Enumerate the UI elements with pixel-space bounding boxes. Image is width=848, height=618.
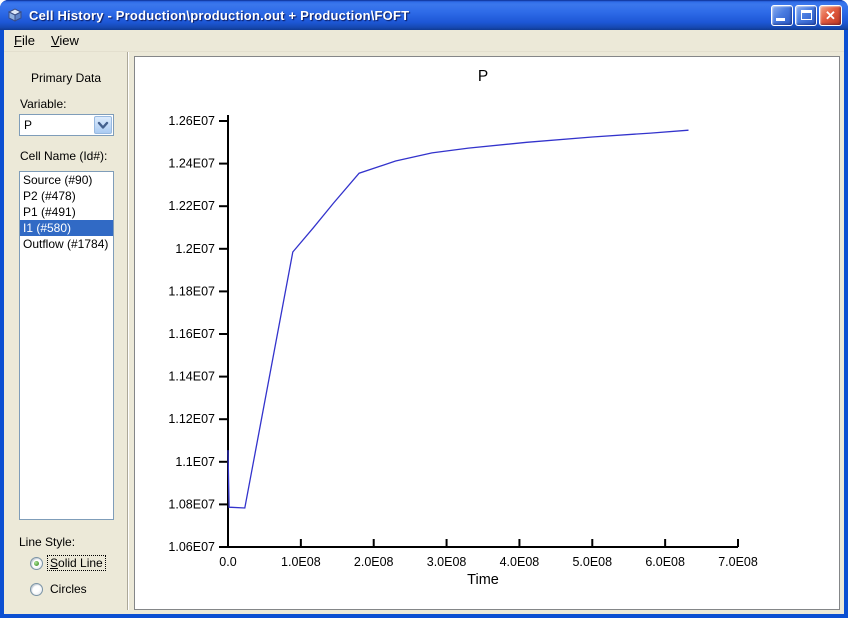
client-area: Primary Data Variable: P Cell Name (Id#)… [4, 52, 844, 613]
radio-circles-label: Circles [48, 582, 89, 596]
list-item-selected[interactable]: I1 (#580) [20, 220, 113, 236]
maximize-button[interactable] [795, 5, 817, 26]
y-tick-label: 1.26E07 [168, 114, 215, 128]
minimize-button[interactable] [771, 5, 793, 26]
x-tick-label: 2.0E08 [354, 555, 394, 569]
series-line [228, 130, 689, 508]
chart-title: P [478, 68, 488, 85]
cell-name-label: Cell Name (Id#): [20, 149, 107, 163]
variable-dropdown[interactable]: P [19, 114, 114, 136]
x-tick-label: 1.0E08 [281, 555, 321, 569]
radio-solid-line-label: Solid Line [48, 556, 105, 570]
minimize-icon [776, 18, 785, 21]
primary-data-heading: Primary Data [4, 71, 128, 85]
chevron-down-icon [97, 121, 109, 130]
title-bar[interactable]: Cell History - Production\production.out… [0, 0, 848, 30]
close-button[interactable]: ✕ [819, 5, 842, 26]
chart-canvas: P 1.06E07 1.08E07 1.1E07 1.12E07 1.14E07 1.16E… [135, 57, 839, 609]
y-tick-label: 1.06E07 [168, 540, 215, 554]
variable-label: Variable: [20, 97, 66, 111]
list-item[interactable]: Outflow (#1784) [20, 236, 113, 252]
list-item[interactable]: Source (#90) [20, 172, 113, 188]
cube-app-icon [6, 6, 24, 24]
y-tick-label: 1.18E07 [168, 284, 215, 298]
x-tick-label: 6.0E08 [645, 555, 685, 569]
radio-solid-line[interactable]: Solid Line [30, 556, 105, 570]
radio-button-icon[interactable] [30, 583, 43, 596]
app-window: Cell History - Production\production.out… [0, 0, 848, 618]
x-tick-label: 3.0E08 [427, 555, 467, 569]
chart-panel: P 1.06E07 1.08E07 1.1E07 1.12E07 1.14E07 1.16E… [134, 56, 840, 610]
window-title: Cell History - Production\production.out… [29, 8, 771, 23]
x-tick-label: 4.0E08 [500, 555, 540, 569]
y-tick-label: 1.22E07 [168, 199, 215, 213]
x-tick-label: 0.0 [219, 555, 236, 569]
x-axis-title: Time [467, 572, 499, 588]
sidebar: Primary Data Variable: P Cell Name (Id#)… [4, 52, 128, 610]
y-tick-label: 1.24E07 [168, 157, 215, 171]
cell-name-listbox[interactable]: Source (#90) P2 (#478) P1 (#491) I1 (#58… [19, 171, 114, 520]
close-icon: ✕ [820, 6, 841, 25]
window-frame: File View Primary Data Variable: P Cell … [4, 30, 844, 614]
y-tick-label: 1.12E07 [168, 412, 215, 426]
line-style-label: Line Style: [19, 535, 75, 549]
x-tick-label: 7.0E08 [718, 555, 758, 569]
variable-dropdown-button[interactable] [94, 116, 112, 134]
menu-bar: File View [4, 30, 844, 52]
menu-file[interactable]: File [6, 31, 43, 51]
x-tick-label: 5.0E08 [572, 555, 612, 569]
y-tick-label: 1.2E07 [175, 242, 215, 256]
radio-button-icon[interactable] [30, 557, 43, 570]
list-item[interactable]: P2 (#478) [20, 188, 113, 204]
menu-view[interactable]: View [43, 31, 87, 51]
y-tick-label: 1.1E07 [175, 455, 215, 469]
list-item[interactable]: P1 (#491) [20, 204, 113, 220]
y-tick-label: 1.16E07 [168, 327, 215, 341]
maximize-icon [801, 10, 812, 20]
y-tick-label: 1.08E07 [168, 497, 215, 511]
y-tick-label: 1.14E07 [168, 370, 215, 384]
variable-dropdown-value: P [20, 115, 93, 135]
radio-circles[interactable]: Circles [30, 582, 89, 596]
